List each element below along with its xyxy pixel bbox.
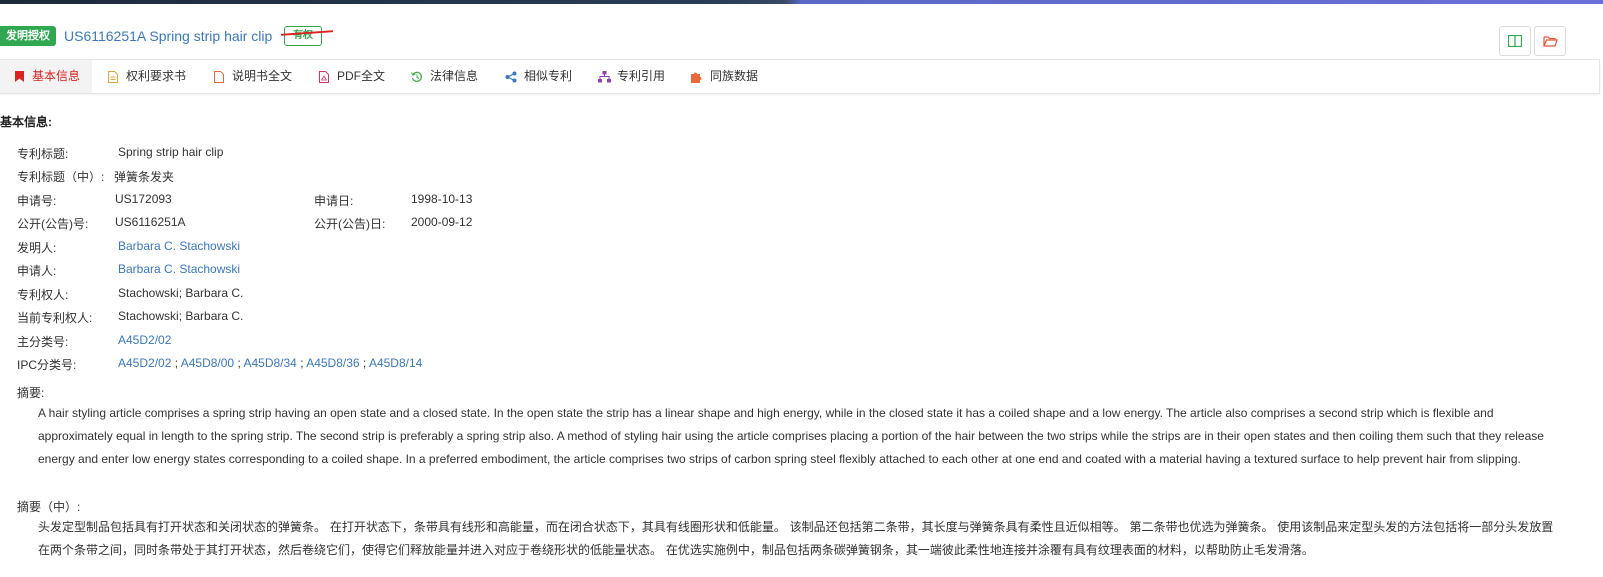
sitemap-icon — [597, 70, 611, 84]
folder-open-icon — [1542, 36, 1558, 47]
tab-full-description[interactable]: 说明书全文 — [202, 60, 302, 93]
current-owner-value: Stachowski; Barbara C. — [118, 309, 244, 323]
ipc-separator: ; — [362, 356, 367, 370]
patent-type-badge: 发明授权 — [0, 26, 56, 46]
owner-value: Stachowski; Barbara C. — [118, 286, 244, 300]
current-owner-label: 当前专利权人: — [17, 311, 93, 325]
pub-no-value: US6116251A — [115, 215, 186, 229]
pub-no-label: 公开(公告)号: — [17, 217, 89, 231]
abstract-text: A hair styling article comprises a sprin… — [38, 406, 1544, 466]
title-value: Spring strip hair clip — [118, 145, 224, 159]
main-class-label: 主分类号: — [17, 335, 69, 349]
app-no-label: 申请号: — [17, 194, 57, 208]
tab-bar: 基本信息 权利要求书 说明书全文 PDF全文 法律信息 相似专利 专利引用 同族… — [0, 59, 1600, 94]
patent-title-link[interactable]: US6116251A Spring strip hair clip — [64, 28, 272, 44]
section-title: 基本信息: — [0, 115, 52, 129]
pub-date-label: 公开(公告)日: — [314, 217, 386, 231]
ipc-list: A45D2/02 ; A45D8/00 ; A45D8/34 ; A45D8/3… — [118, 356, 422, 370]
tab-label: 专利引用 — [617, 69, 666, 83]
inventor-link[interactable]: Barbara C. Stachowski — [118, 239, 240, 253]
split-view-button[interactable] — [1499, 26, 1531, 56]
owner-label: 专利权人: — [17, 288, 69, 302]
pub-date-value: 2000-09-12 — [411, 215, 473, 229]
tab-label: 相似专利 — [524, 69, 573, 83]
app-no-value: US172093 — [115, 192, 172, 206]
tab-label: 同族数据 — [710, 69, 759, 83]
ipc-link[interactable]: A45D8/34 — [243, 356, 296, 370]
tab-similar-patents[interactable]: 相似专利 — [494, 60, 582, 93]
ipc-separator: ; — [237, 356, 241, 370]
ipc-link[interactable]: A45D2/02 — [118, 356, 171, 370]
app-date-value: 1998-10-13 — [411, 192, 473, 206]
status-badge: 有权 — [284, 26, 322, 46]
ipc-separator: ; — [300, 356, 304, 370]
app-date-label: 申请日: — [314, 194, 354, 208]
main-class-link[interactable]: A45D2/02 — [118, 333, 171, 347]
ipc-label: IPC分类号: — [17, 358, 77, 372]
title-label: 专利标题: — [17, 147, 69, 161]
abstract-label: 摘要: — [17, 386, 45, 400]
abstract-cn-label: 摘要（中）: — [17, 500, 81, 514]
columns-icon — [1508, 35, 1522, 47]
pdf-icon — [317, 70, 331, 84]
document-icon — [106, 70, 120, 84]
applicant-label: 申请人: — [17, 264, 57, 278]
tab-basic-info[interactable]: 基本信息 — [0, 60, 92, 93]
abstract-cn-text: 头发定型制品包括具有打开状态和关闭状态的弹簧条。 在打开状态下，条带具有线形和高… — [38, 520, 1554, 557]
history-icon — [410, 70, 424, 84]
inventor-label: 发明人: — [17, 241, 57, 255]
tab-label: PDF全文 — [337, 69, 386, 83]
open-folder-button[interactable] — [1534, 26, 1566, 56]
tab-label: 权利要求书 — [126, 69, 187, 83]
ipc-separator: ; — [174, 356, 179, 370]
patent-header: 发明授权 US6116251A Spring strip hair clip 有… — [0, 4, 1603, 59]
ipc-link[interactable]: A45D8/36 — [306, 356, 359, 370]
tab-legal-info[interactable]: 法律信息 — [400, 60, 488, 93]
share-icon — [504, 70, 518, 84]
file-icon — [212, 70, 226, 84]
tab-label: 说明书全文 — [232, 69, 293, 83]
ipc-link[interactable]: A45D8/00 — [181, 356, 234, 370]
tab-family-data[interactable]: 同族数据 — [680, 60, 768, 93]
tab-label: 法律信息 — [430, 69, 479, 83]
title-cn-value: 弹簧条发夹 — [114, 170, 175, 184]
ipc-link[interactable]: A45D8/14 — [369, 356, 422, 370]
applicant-link[interactable]: Barbara C. Stachowski — [118, 262, 240, 276]
title-cn-label: 专利标题（中）: — [17, 170, 105, 184]
tab-pdf[interactable]: PDF全文 — [307, 60, 395, 93]
puzzle-icon — [690, 70, 704, 84]
tab-patent-citations[interactable]: 专利引用 — [587, 60, 675, 93]
bookmark-icon — [12, 70, 26, 84]
tab-claims[interactable]: 权利要求书 — [96, 60, 196, 93]
tab-label: 基本信息 — [32, 69, 81, 83]
